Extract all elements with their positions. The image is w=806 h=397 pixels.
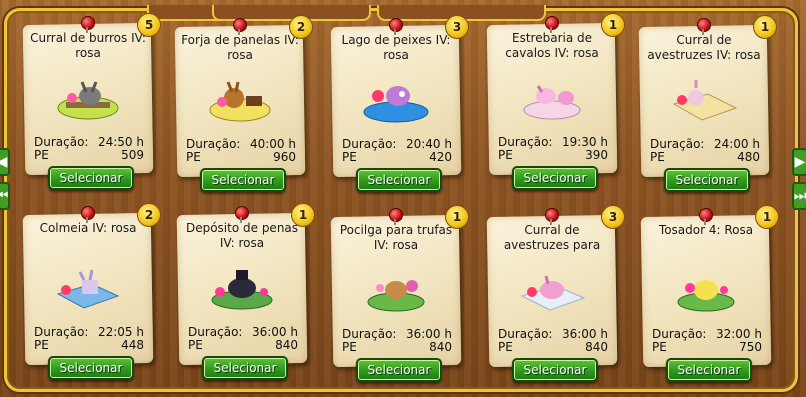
- nav-right-button[interactable]: ▶: [792, 148, 806, 176]
- select-button[interactable]: Selecionar: [512, 358, 598, 382]
- building-card: 2 Forja de panelas IV: rosa Duração: 40:0…: [174, 15, 313, 192]
- card-title: Lago de peixes IV: rosa: [341, 33, 451, 62]
- count-badge: 3: [601, 205, 625, 229]
- pe-value: 840: [275, 338, 298, 352]
- pe-label: PE: [342, 340, 357, 354]
- pe-value: 390: [585, 148, 608, 162]
- select-button[interactable]: Selecionar: [48, 166, 134, 190]
- building-art: [363, 86, 429, 123]
- select-button[interactable]: Selecionar: [356, 358, 442, 382]
- pushpin-icon: [81, 16, 95, 33]
- pe-value: 840: [429, 340, 452, 354]
- building-art: [672, 80, 738, 121]
- card-title: Pocilga para trufas IV: rosa: [339, 223, 453, 252]
- count-badge: 1: [291, 203, 315, 227]
- select-button[interactable]: Selecionar: [512, 166, 598, 190]
- card-title: Estrebaria de cavalos IV: rosa: [505, 31, 599, 60]
- card-title: Curral de avestruzes para: [503, 223, 601, 252]
- card-title: Colmeia IV: rosa: [39, 221, 137, 235]
- pe-value: 480: [737, 150, 760, 164]
- pe-value: 448: [121, 338, 144, 352]
- pe-value: 420: [429, 150, 452, 164]
- building-card: 5 Curral de burros IV: rosa Duração: 24:5…: [22, 13, 161, 190]
- pushpin-icon: [389, 18, 403, 35]
- pushpin-icon: [235, 206, 249, 223]
- building-card: 1 Estrebaria de cavalos IV: rosa Duração…: [486, 13, 625, 190]
- nav-first-button[interactable]: ⏮: [0, 182, 10, 210]
- nav-last-button[interactable]: ⏭: [792, 182, 806, 210]
- pe-label: PE: [652, 340, 667, 354]
- select-button[interactable]: Selecionar: [48, 356, 134, 380]
- pe-label: PE: [342, 150, 357, 164]
- pushpin-icon: [389, 208, 403, 225]
- pushpin-icon: [545, 208, 559, 225]
- pe-label: PE: [498, 148, 513, 162]
- count-badge: 3: [445, 15, 469, 39]
- select-button[interactable]: Selecionar: [200, 168, 286, 192]
- select-button[interactable]: Selecionar: [356, 168, 442, 192]
- count-badge: 1: [755, 205, 779, 229]
- pe-value: 960: [273, 150, 296, 164]
- pushpin-icon: [697, 18, 711, 35]
- pe-value: 750: [739, 340, 762, 354]
- building-card: 1 Tosador 4: Rosa Duração: 32:00 h PE 750 …: [640, 205, 779, 382]
- pushpin-icon: [699, 208, 713, 225]
- arrow-left-icon: ◀: [0, 154, 8, 170]
- count-badge: 5: [137, 13, 161, 37]
- card-title: Forja de panelas IV: rosa: [181, 33, 299, 62]
- select-button[interactable]: Selecionar: [664, 168, 750, 192]
- select-button[interactable]: Selecionar: [202, 356, 288, 380]
- card-title: Tosador 4: Rosa: [658, 223, 754, 237]
- pushpin-icon: [233, 18, 247, 35]
- pushpin-icon: [545, 16, 559, 33]
- pe-label: PE: [188, 338, 203, 352]
- building-card: 3 Lago de peixes IV: rosa Duração: 20:40 …: [330, 15, 469, 192]
- arrow-right-icon: ▶: [794, 154, 806, 170]
- building-art: [677, 280, 735, 312]
- building-art: [57, 81, 119, 120]
- count-badge: 1: [601, 13, 625, 37]
- building-card: 1 Depósito de penas IV: rosa Duração: 36:…: [176, 203, 315, 380]
- count-badge: 1: [445, 205, 469, 229]
- building-art: [209, 81, 271, 122]
- building-card: 3 Curral de avestruzes para Duração: 36:0…: [486, 205, 625, 382]
- nav-left-button[interactable]: ◀: [0, 148, 10, 176]
- skip-left-icon: ⏮: [0, 188, 9, 204]
- card-title: Depósito de penas IV: rosa: [185, 221, 299, 250]
- pe-value: 840: [585, 340, 608, 354]
- building-card: 1 Curral de avestruzes IV: rosa Duração:…: [638, 15, 777, 192]
- building-art: [523, 85, 581, 120]
- pe-label: PE: [34, 338, 49, 352]
- count-badge: 1: [753, 15, 777, 39]
- building-art: [56, 269, 120, 309]
- pe-label: PE: [186, 150, 201, 164]
- pushpin-icon: [81, 206, 95, 223]
- building-card: 1 Pocilga para trufas IV: rosa Duração: 3…: [330, 205, 469, 382]
- pe-value: 509: [121, 148, 144, 162]
- card-title: Curral de burros IV: rosa: [30, 31, 146, 60]
- pe-label: PE: [34, 148, 49, 162]
- pe-label: PE: [650, 150, 665, 164]
- count-badge: 2: [137, 203, 161, 227]
- skip-right-icon: ⏭: [793, 188, 806, 204]
- count-badge: 2: [289, 15, 313, 39]
- building-art: [367, 280, 425, 312]
- building-art: [211, 270, 273, 310]
- select-button[interactable]: Selecionar: [666, 358, 752, 382]
- building-card: 2 Colmeia IV: rosa Duração: 22:05 h PE 448…: [22, 203, 161, 380]
- pe-label: PE: [498, 340, 513, 354]
- building-art: [520, 275, 586, 311]
- card-title: Curral de avestruzes IV: rosa: [647, 33, 761, 62]
